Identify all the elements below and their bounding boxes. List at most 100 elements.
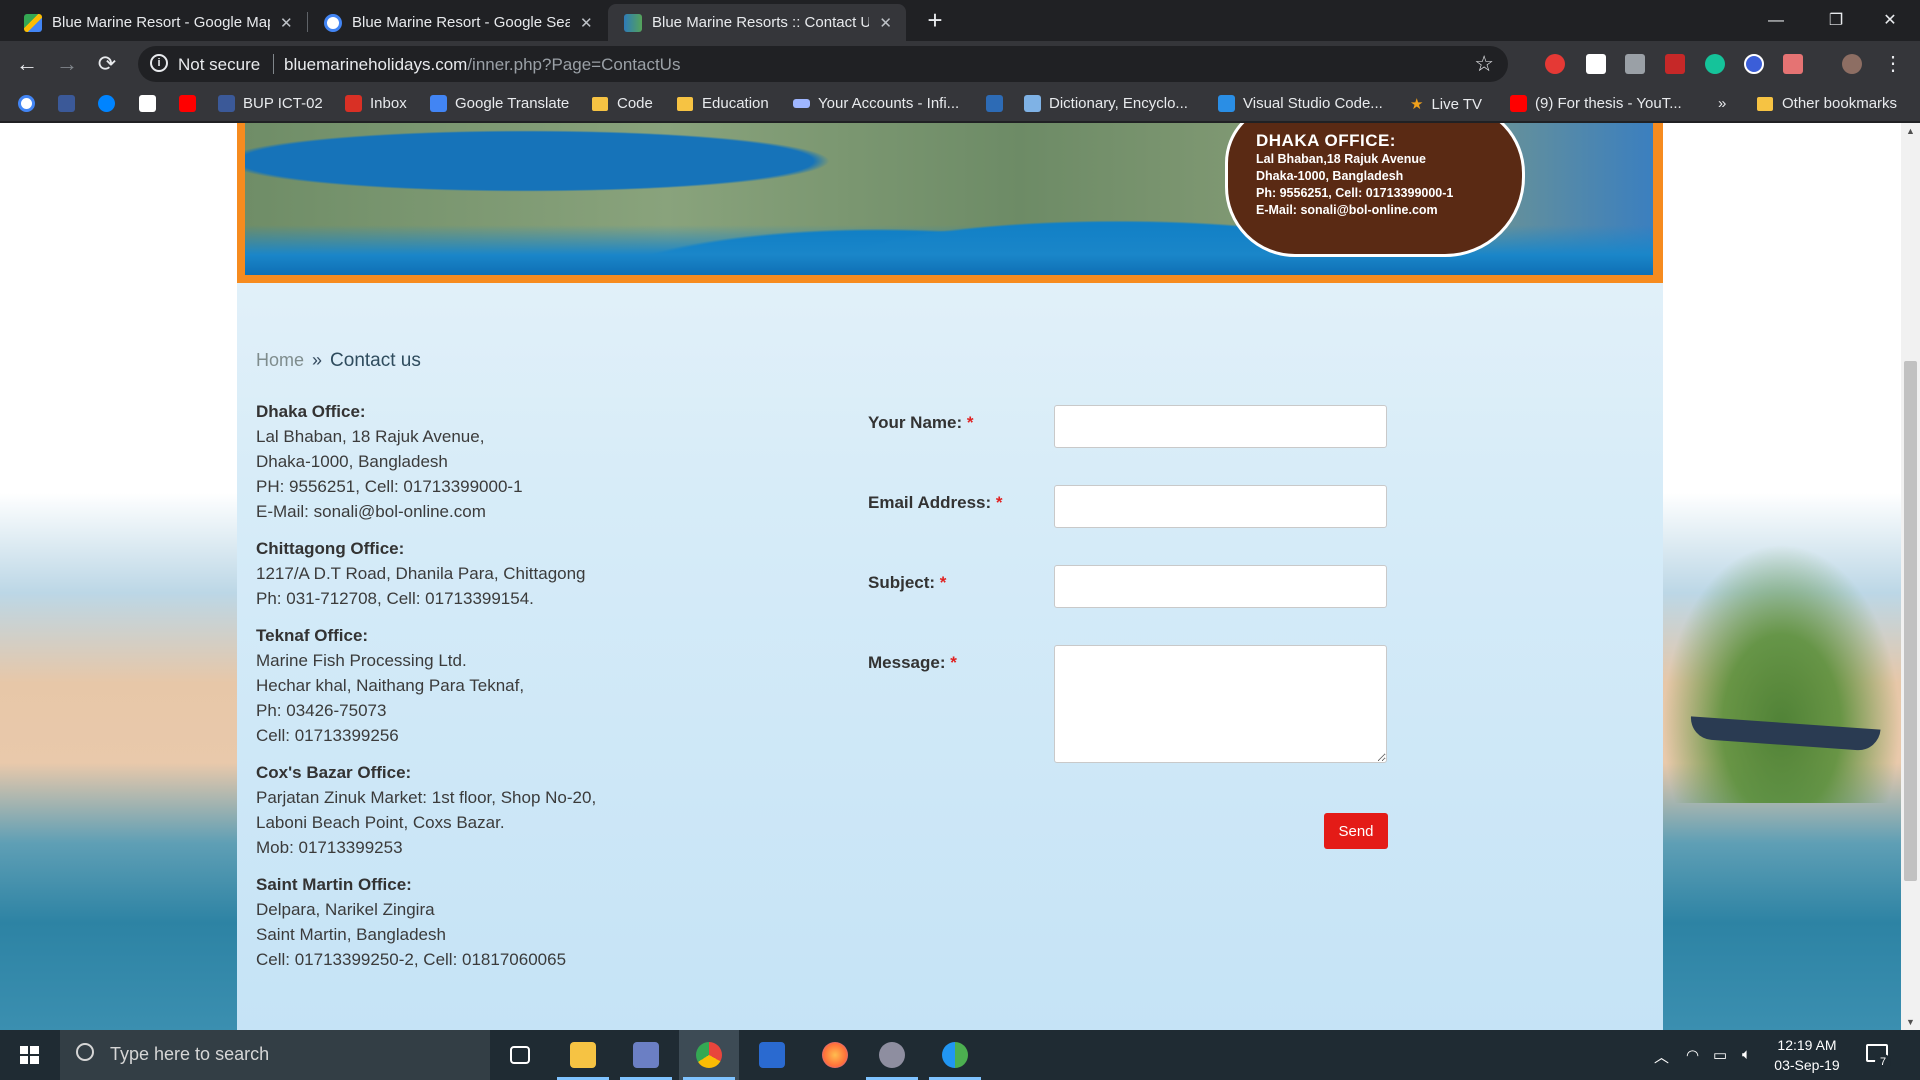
taskbar-transfer-app[interactable]: [925, 1030, 985, 1080]
taskbar-search-box[interactable]: Type here to search: [60, 1030, 490, 1080]
site-icon: [624, 13, 642, 32]
message-label: Message: *: [868, 653, 957, 673]
shield-extension-icon[interactable]: [1586, 54, 1606, 74]
powershell-icon: [759, 1042, 785, 1068]
other-bookmarks[interactable]: Other bookmarks: [1757, 95, 1897, 112]
facebook-icon: [218, 95, 235, 112]
scroll-thumb[interactable]: [1904, 361, 1917, 881]
office-line: Parjatan Zinuk Market: 1st floor, Shop N…: [256, 788, 597, 807]
taskbar-powershell[interactable]: [742, 1030, 802, 1080]
bookmark-dictionary-short[interactable]: [986, 95, 1011, 112]
close-window-button[interactable]: ✕: [1860, 0, 1920, 41]
bookmark-label: Live TV: [1431, 95, 1483, 113]
office-list: Dhaka Office: Lal Bhaban, 18 Rajuk Avenu…: [256, 399, 816, 984]
office-line: Hechar khal, Naithang Para Teknaf,: [256, 676, 525, 695]
start-button[interactable]: [0, 1030, 60, 1080]
firefox-icon: [822, 1042, 848, 1068]
message-textarea[interactable]: [1054, 645, 1387, 763]
transfer-icon: [942, 1042, 968, 1068]
infinity-icon: [793, 99, 810, 108]
minimize-button[interactable]: —: [1746, 0, 1806, 41]
office-name: Chittagong Office:: [256, 539, 405, 558]
network-icon[interactable]: ◠: [1686, 1046, 1699, 1064]
breadcrumb: Home » Contact us: [256, 350, 421, 372]
bookmark-thesis-youtube[interactable]: (9) For thesis - YouT...: [1510, 95, 1682, 112]
bookmark-bup-ict[interactable]: BUP ICT-02: [218, 95, 323, 112]
required-mark: *: [966, 413, 974, 432]
battery-icon[interactable]: ▭: [1713, 1046, 1727, 1064]
bookmark-label: Visual Studio Code...: [1243, 95, 1383, 112]
security-label[interactable]: Not secure: [178, 55, 260, 75]
page-scrollbar[interactable]: ▲ ▼: [1901, 123, 1920, 1030]
office-line: Delpara, Narikel Zingira: [256, 900, 435, 919]
tab-google-maps[interactable]: Blue Marine Resort - Google Maps ✕: [8, 4, 307, 41]
back-button[interactable]: ←: [12, 49, 42, 79]
tab-contact-us[interactable]: Blue Marine Resorts :: Contact Us ✕: [608, 4, 906, 41]
encyclopedia-icon: [1024, 95, 1041, 112]
bookmark-live-tv[interactable]: ★ Live TV: [1410, 95, 1483, 114]
camera-extension-icon[interactable]: [1625, 54, 1645, 74]
profile-avatar-icon[interactable]: [1842, 54, 1862, 74]
close-icon[interactable]: ✕: [879, 14, 892, 32]
email-label: Email Address: *: [868, 493, 1003, 513]
taskbar-firefox[interactable]: [805, 1030, 865, 1080]
reload-button[interactable]: ⟳: [92, 49, 122, 79]
bookmark-google[interactable]: [18, 95, 43, 112]
task-view-button[interactable]: [490, 1030, 550, 1080]
name-input[interactable]: [1054, 405, 1387, 448]
url-text[interactable]: bluemarineholidays.com/inner.php?Page=Co…: [284, 55, 680, 75]
grammarly-extension-icon[interactable]: [1705, 54, 1725, 74]
youtube-icon: [179, 95, 196, 112]
taskbar-clock[interactable]: 12:19 AM 03-Sep-19: [1762, 1035, 1852, 1075]
bookmark-star-icon[interactable]: ☆: [1474, 51, 1494, 77]
bookmarks-overflow-button[interactable]: »: [1718, 95, 1726, 112]
bookmark-vscode[interactable]: Visual Studio Code...: [1218, 95, 1383, 112]
office-line: E-Mail: sonali@bol-online.com: [256, 502, 486, 521]
info-icon[interactable]: i: [150, 54, 168, 72]
new-tab-button[interactable]: +: [921, 6, 949, 34]
windows-logo-icon: [20, 1046, 39, 1064]
background-palm-trees: [1662, 543, 1901, 803]
tab-google-search[interactable]: Blue Marine Resort - Google Search ✕: [308, 4, 607, 41]
adblock-extension-icon[interactable]: [1545, 54, 1565, 74]
bookmark-label: Dictionary, Encyclo...: [1049, 95, 1188, 112]
bookmark-facebook[interactable]: [58, 95, 83, 112]
chat-extension-icon[interactable]: [1744, 54, 1764, 74]
bookmark-dictionary[interactable]: Dictionary, Encyclo...: [1024, 95, 1188, 112]
forward-button[interactable]: →: [52, 49, 82, 79]
scroll-up-arrow-icon[interactable]: ▲: [1901, 123, 1920, 139]
name-label-text: Your Name:: [868, 413, 963, 432]
bookmark-messenger[interactable]: [98, 95, 123, 112]
bookmark-youtube[interactable]: [179, 95, 204, 112]
taskbar-chrome[interactable]: [679, 1030, 739, 1080]
arrow-extension-icon[interactable]: [1783, 54, 1803, 74]
office-line: Lal Bhaban, 18 Rajuk Avenue,: [256, 427, 485, 446]
scroll-down-arrow-icon[interactable]: ▼: [1901, 1014, 1920, 1030]
pdf-extension-icon[interactable]: [1665, 54, 1685, 74]
office-line: Saint Martin, Bangladesh: [256, 925, 446, 944]
close-icon[interactable]: ✕: [580, 14, 593, 32]
maximize-button[interactable]: ❐: [1806, 0, 1866, 41]
bookmark-wikipedia[interactable]: [139, 95, 164, 112]
subject-input[interactable]: [1054, 565, 1387, 608]
bookmark-label: Other bookmarks: [1782, 95, 1898, 112]
address-bar[interactable]: i Not secure bluemarineholidays.com/inne…: [138, 46, 1508, 82]
office-name: Dhaka Office:: [256, 402, 366, 421]
volume-icon[interactable]: 🔈︎: [1742, 1046, 1751, 1063]
breadcrumb-home-link[interactable]: Home: [256, 350, 304, 370]
office-line: Cell: 01713399250-2, Cell: 01817060065: [256, 950, 567, 969]
bookmark-your-accounts[interactable]: Your Accounts - Infi...: [793, 95, 959, 112]
taskbar-presentation-app[interactable]: [616, 1030, 676, 1080]
bookmark-folder-education[interactable]: Education: [677, 95, 769, 112]
taskbar-bittorrent[interactable]: [862, 1030, 922, 1080]
bookmark-inbox[interactable]: Inbox: [345, 95, 407, 112]
show-hidden-icons-chevron-icon[interactable]: ︿: [1654, 1046, 1669, 1067]
bookmark-folder-code[interactable]: Code: [592, 95, 653, 112]
send-button[interactable]: Send: [1324, 813, 1388, 849]
clock-time: 12:19 AM: [1777, 1037, 1837, 1053]
close-icon[interactable]: ✕: [280, 14, 293, 32]
email-input[interactable]: [1054, 485, 1387, 528]
taskbar-file-explorer[interactable]: [553, 1030, 613, 1080]
menu-icon[interactable]: ⋮: [1878, 49, 1908, 79]
bookmark-google-translate[interactable]: Google Translate: [430, 95, 569, 112]
